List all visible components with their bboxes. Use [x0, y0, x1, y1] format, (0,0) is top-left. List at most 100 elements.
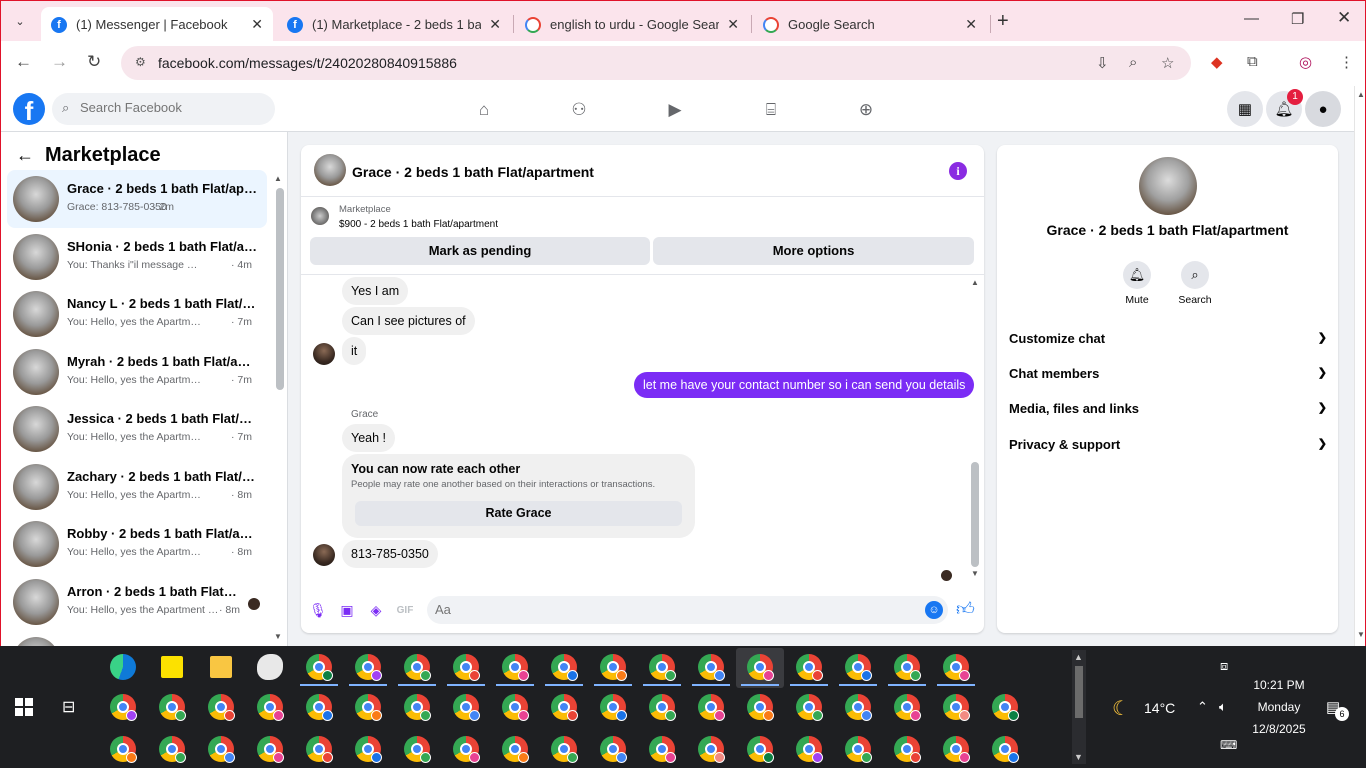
scroll-down-arrow[interactable]: ▼ [1357, 630, 1365, 639]
chrome-profile-badge [763, 710, 774, 721]
paint-icon[interactable] [257, 654, 283, 680]
more-options-button[interactable]: More options [653, 237, 974, 265]
friends-icon[interactable]: ⚇ [567, 98, 591, 122]
tab-google-search[interactable]: Google Search ✕ [753, 7, 987, 42]
restore-button[interactable]: ❐ [1291, 10, 1304, 28]
zoom-icon[interactable]: ⌕ [1129, 54, 1137, 71]
listing-price[interactable]: $900 - 2 beds 1 bath Flat/apartment [339, 219, 498, 230]
thumbs-up-icon[interactable]: 👍︎ [956, 598, 975, 620]
scroll-down-arrow[interactable]: ▼ [1074, 752, 1083, 762]
message-composer[interactable]: ☺ [427, 596, 948, 624]
gaming-icon[interactable]: ⊕ [854, 98, 878, 122]
info-icon[interactable]: i [949, 162, 967, 180]
chat-avatar[interactable] [314, 154, 346, 186]
facebook-logo[interactable]: f [13, 93, 45, 126]
sticky-notes-icon[interactable] [161, 656, 183, 678]
scroll-up-arrow[interactable]: ▲ [274, 174, 282, 183]
conversation-item[interactable]: Jessica · 2 beds 1 bath Flat/apartment Y… [7, 400, 267, 458]
tab-search-button[interactable]: ⌄ [7, 9, 33, 33]
keyboard-icon[interactable]: ⌨ [1220, 738, 1237, 752]
conversation-item[interactable]: Grace · 2 beds 1 bath Flat/apartment Gra… [7, 170, 267, 228]
message-input[interactable] [435, 602, 915, 617]
close-icon[interactable]: ✕ [965, 16, 977, 33]
scroll-up-arrow[interactable]: ▲ [1074, 652, 1083, 662]
sender-avatar[interactable] [313, 544, 335, 566]
home-icon[interactable]: ⌂ [472, 98, 496, 122]
file-explorer-icon[interactable] [210, 656, 232, 678]
conversation-item[interactable]: SHonia · 2 beds 1 bath Flat/apartment Yo… [7, 228, 267, 286]
conversation-item[interactable] [7, 631, 267, 646]
facebook-search[interactable]: ⌕ [52, 93, 275, 125]
back-button[interactable]: ← [15, 52, 32, 72]
taskbar-scrollbar[interactable]: ▲ ▼ [1072, 650, 1086, 764]
sticker-icon[interactable]: ◈ [367, 601, 385, 619]
window-close-button[interactable]: ✕ [1337, 8, 1351, 28]
gif-icon[interactable]: GIF [396, 601, 414, 619]
chrome-menu-icon[interactable]: ⋮ [1339, 53, 1354, 71]
conversation-item[interactable]: Arron · 2 beds 1 bath Flat/apartment You… [7, 573, 267, 631]
menu-grid-icon[interactable]: ▦ [1227, 91, 1263, 127]
tab-messenger[interactable]: f (1) Messenger | Facebook ✕ [41, 7, 273, 42]
taskbar-scroll-thumb[interactable] [1075, 666, 1083, 718]
temperature[interactable]: 14°C [1144, 700, 1175, 716]
conversation-item[interactable]: Robby · 2 beds 1 bath Flat/apartment You… [7, 515, 267, 573]
conversation-list-scrollbar[interactable] [276, 188, 284, 390]
scroll-up-arrow[interactable]: ▲ [1357, 90, 1365, 99]
scroll-down-arrow[interactable]: ▼ [971, 569, 979, 578]
chat-members-item[interactable]: Chat members ❯ [1009, 366, 1327, 386]
conversation-item[interactable]: Nancy L · 2 beds 1 bath Flat/apartment Y… [7, 285, 267, 343]
account-avatar[interactable]: ● [1305, 91, 1341, 127]
emoji-icon[interactable]: ☺ [925, 601, 943, 619]
url-text[interactable]: facebook.com/messages/t/2402028084091588… [158, 55, 457, 71]
media-files-links-item[interactable]: Media, files and links ❯ [1009, 401, 1327, 421]
extension-icon[interactable]: ◆ [1211, 53, 1223, 71]
listing-thumbnail[interactable] [311, 207, 329, 225]
windows-start-button[interactable] [15, 698, 33, 716]
search-input[interactable] [80, 100, 260, 115]
edge-browser-icon[interactable] [110, 654, 136, 680]
site-info-icon[interactable]: ⚙ [135, 55, 146, 69]
scroll-up-arrow[interactable]: ▲ [971, 278, 979, 287]
chat-title[interactable]: Grace · 2 beds 1 bath Flat/apartment [352, 164, 594, 180]
video-icon[interactable]: ▶ [663, 98, 687, 122]
rate-grace-button[interactable]: Rate Grace [355, 501, 682, 526]
show-hidden-icons-chevron-icon[interactable]: ⌃ [1197, 699, 1208, 715]
contact-avatar[interactable] [1139, 157, 1197, 215]
sender-avatar[interactable] [313, 343, 335, 365]
reload-button[interactable]: ↻ [87, 52, 101, 72]
close-icon[interactable]: ✕ [489, 16, 501, 33]
back-arrow-icon[interactable]: ← [16, 145, 34, 166]
moon-weather-icon[interactable]: ☾ [1112, 696, 1130, 721]
messages-scrollbar[interactable] [971, 462, 979, 567]
clock-day[interactable]: Monday [1240, 700, 1318, 714]
chrome-profile-badge [322, 710, 333, 721]
task-view-icon[interactable]: ⊟ [62, 697, 75, 717]
privacy-support-item[interactable]: Privacy & support ❯ [1009, 437, 1327, 457]
search-button[interactable]: ⌕ Search [1165, 261, 1225, 306]
marketplace-icon[interactable]: ⌸ [759, 98, 783, 122]
tab-google-urdu[interactable]: english to urdu - Google Search ✕ [515, 7, 749, 42]
extensions-puzzle-icon[interactable]: ⧉ [1247, 53, 1258, 70]
meet-now-icon[interactable]: ⧈ [1220, 658, 1228, 674]
mark-as-pending-button[interactable]: Mark as pending [310, 237, 650, 265]
conversation-item[interactable]: Zachary · 2 beds 1 bath Flat/apartment Y… [7, 458, 267, 516]
tab-marketplace[interactable]: f (1) Marketplace - 2 beds 1 bath ✕ [277, 7, 511, 42]
bookmark-star-icon[interactable]: ☆ [1161, 54, 1174, 72]
scroll-down-arrow[interactable]: ▼ [274, 632, 282, 641]
minimize-button[interactable]: — [1244, 10, 1259, 27]
microphone-icon[interactable]: 🎙︎ [309, 601, 327, 619]
customize-chat-item[interactable]: Customize chat ❯ [1009, 331, 1327, 351]
close-icon[interactable]: ✕ [251, 16, 263, 33]
clock-time[interactable]: 10:21 PM [1240, 678, 1318, 692]
new-tab-button[interactable]: + [997, 10, 1009, 33]
close-icon[interactable]: ✕ [727, 16, 739, 33]
clock-date[interactable]: 12/8/2025 [1240, 722, 1318, 736]
forward-button[interactable]: → [51, 52, 68, 72]
address-bar[interactable]: ⚙ facebook.com/messages/t/24020280840915… [121, 46, 1191, 80]
volume-icon[interactable]: 🔈︎ [1219, 699, 1227, 715]
profile-icon[interactable]: ◎ [1299, 53, 1312, 71]
conversation-item[interactable]: Myrah · 2 beds 1 bath Flat/apartment You… [7, 343, 267, 401]
install-app-icon[interactable]: ⇩ [1096, 54, 1109, 72]
photo-icon[interactable]: ▣ [338, 601, 356, 619]
mute-button[interactable]: 🔔︎ Mute [1107, 261, 1167, 306]
